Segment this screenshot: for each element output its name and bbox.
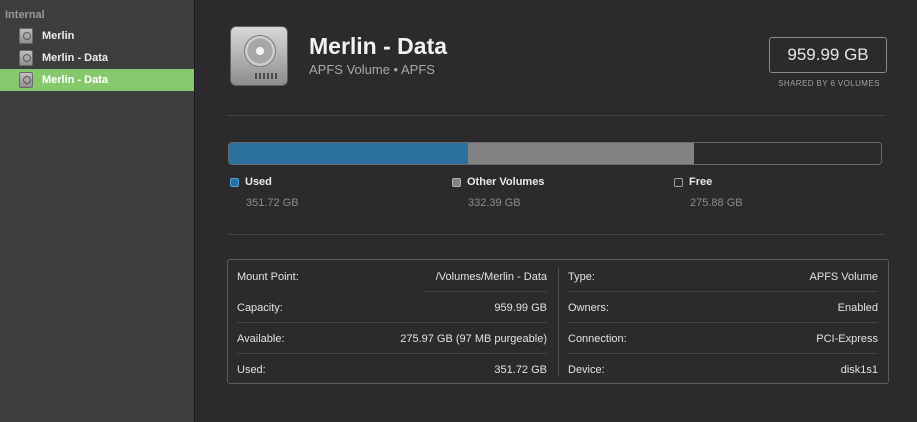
volume-title: Merlin - Data — [309, 33, 448, 59]
sidebar: Internal Merlin Merlin - Data Merlin - D… — [0, 0, 195, 422]
legend-value: 275.88 GB — [690, 197, 743, 209]
shared-caption: SHARED BY 6 VOLUMES — [778, 79, 880, 88]
info-value: 275.97 GB (97 MB purgeable) — [400, 332, 547, 345]
info-key: Owners: — [568, 301, 609, 314]
volume-subtitle: APFS Volume • APFS — [309, 62, 435, 77]
hard-drive-icon — [230, 26, 288, 86]
internal-disk-icon — [19, 28, 33, 44]
legend-label: Used — [245, 176, 272, 188]
sidebar-item-label: Merlin — [42, 30, 75, 42]
other-volumes-swatch — [452, 177, 461, 187]
info-key: Mount Point: — [237, 270, 299, 283]
used-swatch — [230, 177, 239, 187]
section-divider — [228, 234, 885, 235]
column-divider — [558, 268, 559, 376]
legend-value: 332.39 GB — [468, 197, 521, 209]
sidebar-item-merlin[interactable]: Merlin — [0, 25, 194, 47]
usage-segment-other-volumes — [467, 143, 694, 164]
volume-detail-panel: Merlin - Data APFS Volume • APFS 959.99 … — [195, 0, 917, 422]
info-row-capacity: Capacity: 959.99 GB — [237, 292, 547, 323]
header-divider — [228, 115, 885, 116]
legend-label: Free — [689, 176, 713, 188]
info-value: /Volumes/Merlin - Data — [435, 270, 547, 283]
sidebar-item-label: Merlin - Data — [42, 74, 109, 86]
sidebar-item-label: Merlin - Data — [42, 52, 109, 64]
info-row-mount-point: Mount Point: /Volumes/Merlin - Data — [237, 261, 547, 292]
sidebar-section-header: Internal — [5, 9, 45, 21]
internal-disk-icon — [19, 50, 33, 66]
capacity-badge: 959.99 GB — [769, 37, 887, 73]
legend-other-volumes: Other Volumes 332.39 GB — [452, 176, 544, 209]
info-value: 959.99 GB — [494, 301, 547, 314]
info-value: APFS Volume — [809, 270, 878, 283]
info-key: Available: — [237, 332, 285, 345]
info-row-available: Available: 275.97 GB (97 MB purgeable) — [237, 323, 547, 354]
info-key: Used: — [237, 363, 266, 376]
info-key: Connection: — [568, 332, 627, 345]
info-row-type: Type: APFS Volume — [568, 261, 878, 292]
info-key: Type: — [568, 270, 595, 283]
usage-bar — [228, 142, 882, 165]
info-row-connection: Connection: PCI-Express — [568, 323, 878, 354]
legend-free: Free 275.88 GB — [674, 176, 743, 209]
info-value: PCI-Express — [816, 332, 878, 345]
usage-segment-used — [229, 143, 468, 164]
info-value: 351.72 GB — [494, 363, 547, 376]
usage-segment-free — [693, 143, 881, 164]
legend-label: Other Volumes — [467, 176, 545, 188]
sidebar-item-merlin-data[interactable]: Merlin - Data — [0, 47, 194, 69]
legend-value: 351.72 GB — [246, 197, 299, 209]
info-row-owners: Owners: Enabled — [568, 292, 878, 323]
sidebar-item-merlin-data-selected[interactable]: Merlin - Data — [0, 69, 194, 91]
info-value: Enabled — [837, 301, 878, 314]
legend-used: Used 351.72 GB — [230, 176, 299, 209]
info-key: Capacity: — [237, 301, 283, 314]
free-swatch — [674, 177, 683, 187]
internal-disk-icon — [19, 72, 33, 88]
info-row-device: Device: disk1s1 — [568, 354, 878, 385]
info-row-used: Used: 351.72 GB — [237, 354, 547, 385]
info-value: disk1s1 — [840, 363, 878, 376]
info-key: Device: — [568, 363, 605, 376]
volume-info-table: Mount Point: /Volumes/Merlin - Data Capa… — [227, 259, 889, 384]
